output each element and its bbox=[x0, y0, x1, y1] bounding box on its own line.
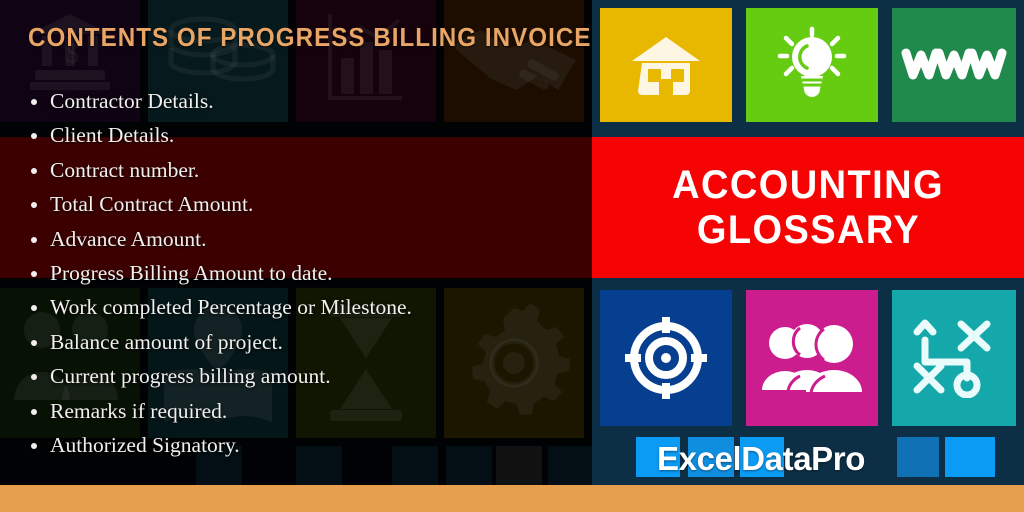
left-content-panel: $ CONTENTS OF PROGRESS BILLING INVOICE C… bbox=[0, 0, 592, 485]
list-item: Advance Amount. bbox=[22, 222, 582, 256]
list-item: Total Contract Amount. bbox=[22, 187, 582, 221]
slide-canvas: $ CONTENTS OF PROGRESS BILLING INVOICE C… bbox=[0, 0, 1024, 512]
lightbulb-icon bbox=[777, 26, 847, 97]
tile-www bbox=[892, 8, 1016, 122]
www-icon bbox=[901, 48, 1007, 80]
page-title: CONTENTS OF PROGRESS BILLING INVOICE bbox=[28, 22, 592, 52]
glossary-banner: ACCOUNTING GLOSSARY bbox=[592, 137, 1024, 278]
list-item: Contractor Details. bbox=[22, 84, 582, 118]
tile-team bbox=[746, 290, 878, 426]
tile-target bbox=[600, 290, 732, 426]
strategy-icon bbox=[913, 319, 991, 398]
list-item: Progress Billing Amount to date. bbox=[22, 256, 582, 290]
house-icon bbox=[632, 37, 700, 95]
list-item: Remarks if required. bbox=[22, 394, 582, 428]
tile-home bbox=[600, 8, 732, 122]
people-icon bbox=[762, 324, 862, 394]
list-item: Balance amount of project. bbox=[22, 325, 582, 359]
brand-square-5 bbox=[945, 437, 995, 477]
brand-logo: ExcelDataPro bbox=[592, 437, 1024, 485]
tile-idea bbox=[746, 8, 878, 122]
right-graphic-panel: ACCOUNTING GLOSSARY ExcelDataPro bbox=[592, 0, 1024, 485]
list-item: Current progress billing amount. bbox=[22, 359, 582, 393]
invoice-contents-list: Contractor Details. Client Details. Cont… bbox=[22, 84, 582, 462]
list-item: Client Details. bbox=[22, 118, 582, 152]
banner-line-1: ACCOUNTING bbox=[672, 162, 944, 207]
target-icon bbox=[625, 317, 707, 399]
list-item: Contract number. bbox=[22, 153, 582, 187]
list-item: Work completed Percentage or Milestone. bbox=[22, 290, 582, 324]
bottom-accent-strip bbox=[0, 485, 1024, 512]
brand-name: ExcelDataPro bbox=[657, 440, 865, 477]
banner-line-2: GLOSSARY bbox=[696, 207, 920, 252]
left-text-layer: CONTENTS OF PROGRESS BILLING INVOICE Con… bbox=[0, 0, 592, 485]
tile-strategy bbox=[892, 290, 1016, 426]
list-item: Authorized Signatory. bbox=[22, 428, 582, 462]
brand-square-4 bbox=[897, 437, 939, 477]
